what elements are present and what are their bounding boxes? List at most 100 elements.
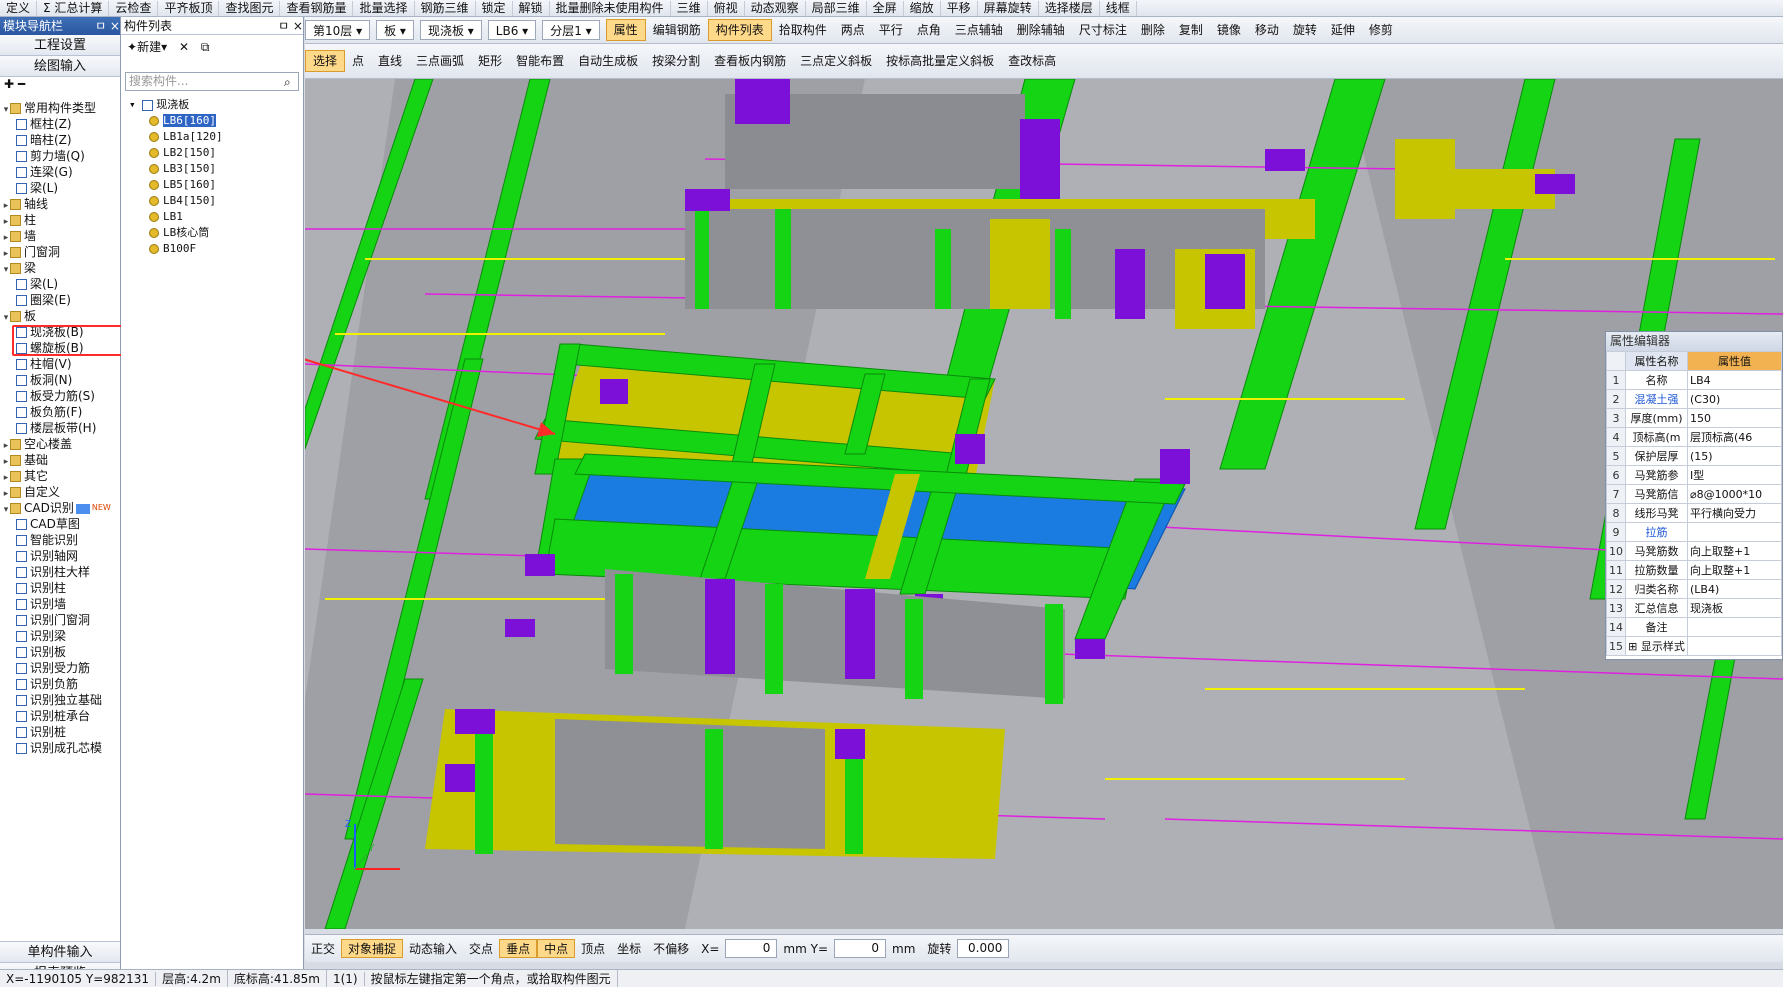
view-btn-9[interactable]: 尺寸标注 (1072, 20, 1134, 40)
toolbar-btn-16[interactable]: 缩放 (904, 0, 941, 16)
nav-tree-item[interactable]: 柱帽(V) (0, 356, 120, 372)
nav-tree-item[interactable]: 板受力筋(S) (0, 388, 120, 404)
property-row[interactable]: 3 厚度(mm) 150 (1606, 408, 1782, 428)
property-row[interactable]: 4 顶标高(m 层顶标高(46 (1606, 427, 1782, 447)
nav-tree-item[interactable]: 连梁(G) (0, 164, 120, 180)
single-component-input-button[interactable]: 单构件输入 (0, 941, 120, 962)
toolbar-btn-12[interactable]: 俯视 (708, 0, 745, 16)
property-value[interactable]: 层顶标高(46 (1687, 427, 1782, 447)
toolbar-btn-17[interactable]: 平移 (941, 0, 978, 16)
property-row[interactable]: 7 马凳筋信 ⌀8@1000*10 (1606, 484, 1782, 504)
component-item[interactable]: LB2[150] (149, 145, 223, 161)
nav-tree-item[interactable]: 剪力墙(Q) (0, 148, 120, 164)
nav-tree-item[interactable]: 识别负筋 (0, 676, 120, 692)
layer-select[interactable]: 分层1 ▾ (542, 20, 600, 40)
drawing-input-button[interactable]: 绘图输入 (0, 56, 120, 77)
draw-btn-6[interactable]: 自动生成板 (571, 51, 645, 71)
search-input[interactable]: 搜索构件... (125, 72, 299, 91)
property-row[interactable]: 11 拉筋数量 向上取整+1 (1606, 560, 1782, 580)
toolbar-btn-8[interactable]: 锁定 (476, 0, 513, 16)
property-value[interactable]: (C30) (1687, 389, 1782, 409)
toolbar-btn-13[interactable]: 动态观察 (745, 0, 806, 16)
component-item[interactable]: LB4[150] (149, 193, 223, 209)
property-value[interactable]: Ⅰ型 (1687, 465, 1782, 485)
snap-btn-5[interactable]: 中点 (537, 939, 576, 958)
property-value[interactable]: (15) (1687, 446, 1782, 466)
nav-tree-item[interactable]: 识别成孔芯模 (0, 740, 120, 756)
property-value[interactable] (1687, 617, 1782, 637)
snap-btn-1[interactable]: 对象捕捉 (341, 939, 404, 958)
project-settings-button[interactable]: 工程设置 (0, 35, 120, 56)
view-btn-15[interactable]: 延伸 (1324, 20, 1362, 40)
toolbar-btn-6[interactable]: 批量选择 (353, 0, 415, 16)
view-btn-4[interactable]: 两点 (834, 20, 872, 40)
view-btn-6[interactable]: 点角 (910, 20, 948, 40)
snap-btn-6[interactable]: 顶点 (575, 940, 611, 957)
view-btn-1[interactable]: 编辑钢筋 (646, 20, 708, 40)
nav-tree-item[interactable]: ▾ 常用构件类型 (0, 100, 120, 116)
property-value[interactable] (1687, 522, 1782, 542)
nav-tree-item[interactable]: 板洞(N) (0, 372, 120, 388)
property-value[interactable] (1687, 636, 1782, 656)
nav-tree-item[interactable]: 识别梁 (0, 628, 120, 644)
copy-icon[interactable]: ⧉ (201, 40, 210, 54)
nav-tree-item[interactable]: 梁(L) (0, 276, 120, 292)
toolbar-btn-14[interactable]: 局部三维 (806, 0, 867, 16)
new-component-button[interactable]: ✦新建▾ (127, 40, 167, 54)
nav-tree-item[interactable]: 识别桩 (0, 724, 120, 740)
nav-tree-item[interactable]: CAD草图 (0, 516, 120, 532)
nav-tree-item[interactable]: ▸ 自定义 (0, 484, 120, 500)
toolbar-btn-0[interactable]: 定义 (0, 0, 38, 16)
property-row[interactable]: 10 马凳筋数 向上取整+1 (1606, 541, 1782, 561)
toolbar-btn-3[interactable]: 平齐板顶 (158, 0, 220, 16)
nav-tree-item[interactable]: ▸ 空心楼盖 (0, 436, 120, 452)
nav-tree-item[interactable]: 板负筋(F) (0, 404, 120, 420)
draw-btn-0[interactable]: 选择 (305, 50, 346, 72)
component-item[interactable]: LB1a[120] (149, 129, 223, 145)
property-value[interactable]: 现浇板 (1687, 598, 1782, 618)
delete-icon[interactable]: ✕ (179, 40, 189, 54)
nav-tree-item[interactable]: ▸ 门窗洞 (0, 244, 120, 260)
toolbar-btn-20[interactable]: 线框 (1100, 0, 1137, 16)
property-value[interactable]: LB4 (1687, 370, 1782, 390)
draw-btn-10[interactable]: 按标高批量定义斜板 (879, 51, 1001, 71)
nav-tree-item[interactable]: 楼层板带(H) (0, 420, 120, 436)
nav-pin-close[interactable]: ㅁ × (95, 17, 120, 35)
component-select[interactable]: LB6 ▾ (487, 20, 537, 40)
nav-tree-item[interactable]: 梁(L) (0, 180, 120, 196)
nav-tree-item[interactable]: 识别板 (0, 644, 120, 660)
view-btn-12[interactable]: 镜像 (1210, 20, 1248, 40)
view-btn-14[interactable]: 旋转 (1286, 20, 1324, 40)
coord-y_val[interactable]: 0 (834, 939, 886, 958)
toolbar-btn-10[interactable]: 批量删除未使用构件 (550, 0, 671, 16)
nav-tree-item[interactable]: ▾ CAD识别 NEW (0, 500, 120, 516)
nav-tree-item[interactable]: 识别柱大样 (0, 564, 120, 580)
snap-btn-8[interactable]: 不偏移 (647, 940, 695, 957)
property-row[interactable]: 13 汇总信息 现浇板 (1606, 598, 1782, 618)
view-btn-3[interactable]: 拾取构件 (772, 20, 834, 40)
property-row[interactable]: 9 拉筋 (1606, 522, 1782, 542)
draw-btn-11[interactable]: 查改标高 (1001, 51, 1063, 71)
component-item[interactable]: LB5[160] (149, 177, 223, 193)
view-btn-8[interactable]: 删除辅轴 (1010, 20, 1072, 40)
draw-btn-8[interactable]: 查看板内钢筋 (707, 51, 793, 71)
nav-tree-item[interactable]: 框柱(Z) (0, 116, 120, 132)
snap-btn-3[interactable]: 交点 (463, 940, 499, 957)
nav-tree-item[interactable]: 识别门窗洞 (0, 612, 120, 628)
view-btn-16[interactable]: 修剪 (1362, 20, 1400, 40)
nav-tree-item[interactable]: ▸ 柱 (0, 212, 120, 228)
nav-tree-item[interactable]: 识别受力筋 (0, 660, 120, 676)
nav-tree-item[interactable]: 暗柱(Z) (0, 132, 120, 148)
toolbar-btn-4[interactable]: 查找图元 (219, 0, 281, 16)
property-row[interactable]: 5 保护层厚 (15) (1606, 446, 1782, 466)
toolbar-btn-5[interactable]: 查看钢筋量 (280, 0, 354, 16)
expand-collapse-icons[interactable]: ✚ ━ (0, 77, 120, 91)
search-icon[interactable]: ⌕ (284, 75, 291, 90)
coord-rotate[interactable]: 旋转 (921, 940, 957, 957)
nav-tree-item[interactable]: 识别轴网 (0, 548, 120, 564)
property-value[interactable]: 150 (1687, 408, 1782, 428)
property-value[interactable]: 向上取整+1 (1687, 560, 1782, 580)
nav-tree-item[interactable]: ▸ 轴线 (0, 196, 120, 212)
draw-btn-1[interactable]: 点 (345, 51, 371, 71)
view-btn-0[interactable]: 属性 (605, 19, 646, 41)
